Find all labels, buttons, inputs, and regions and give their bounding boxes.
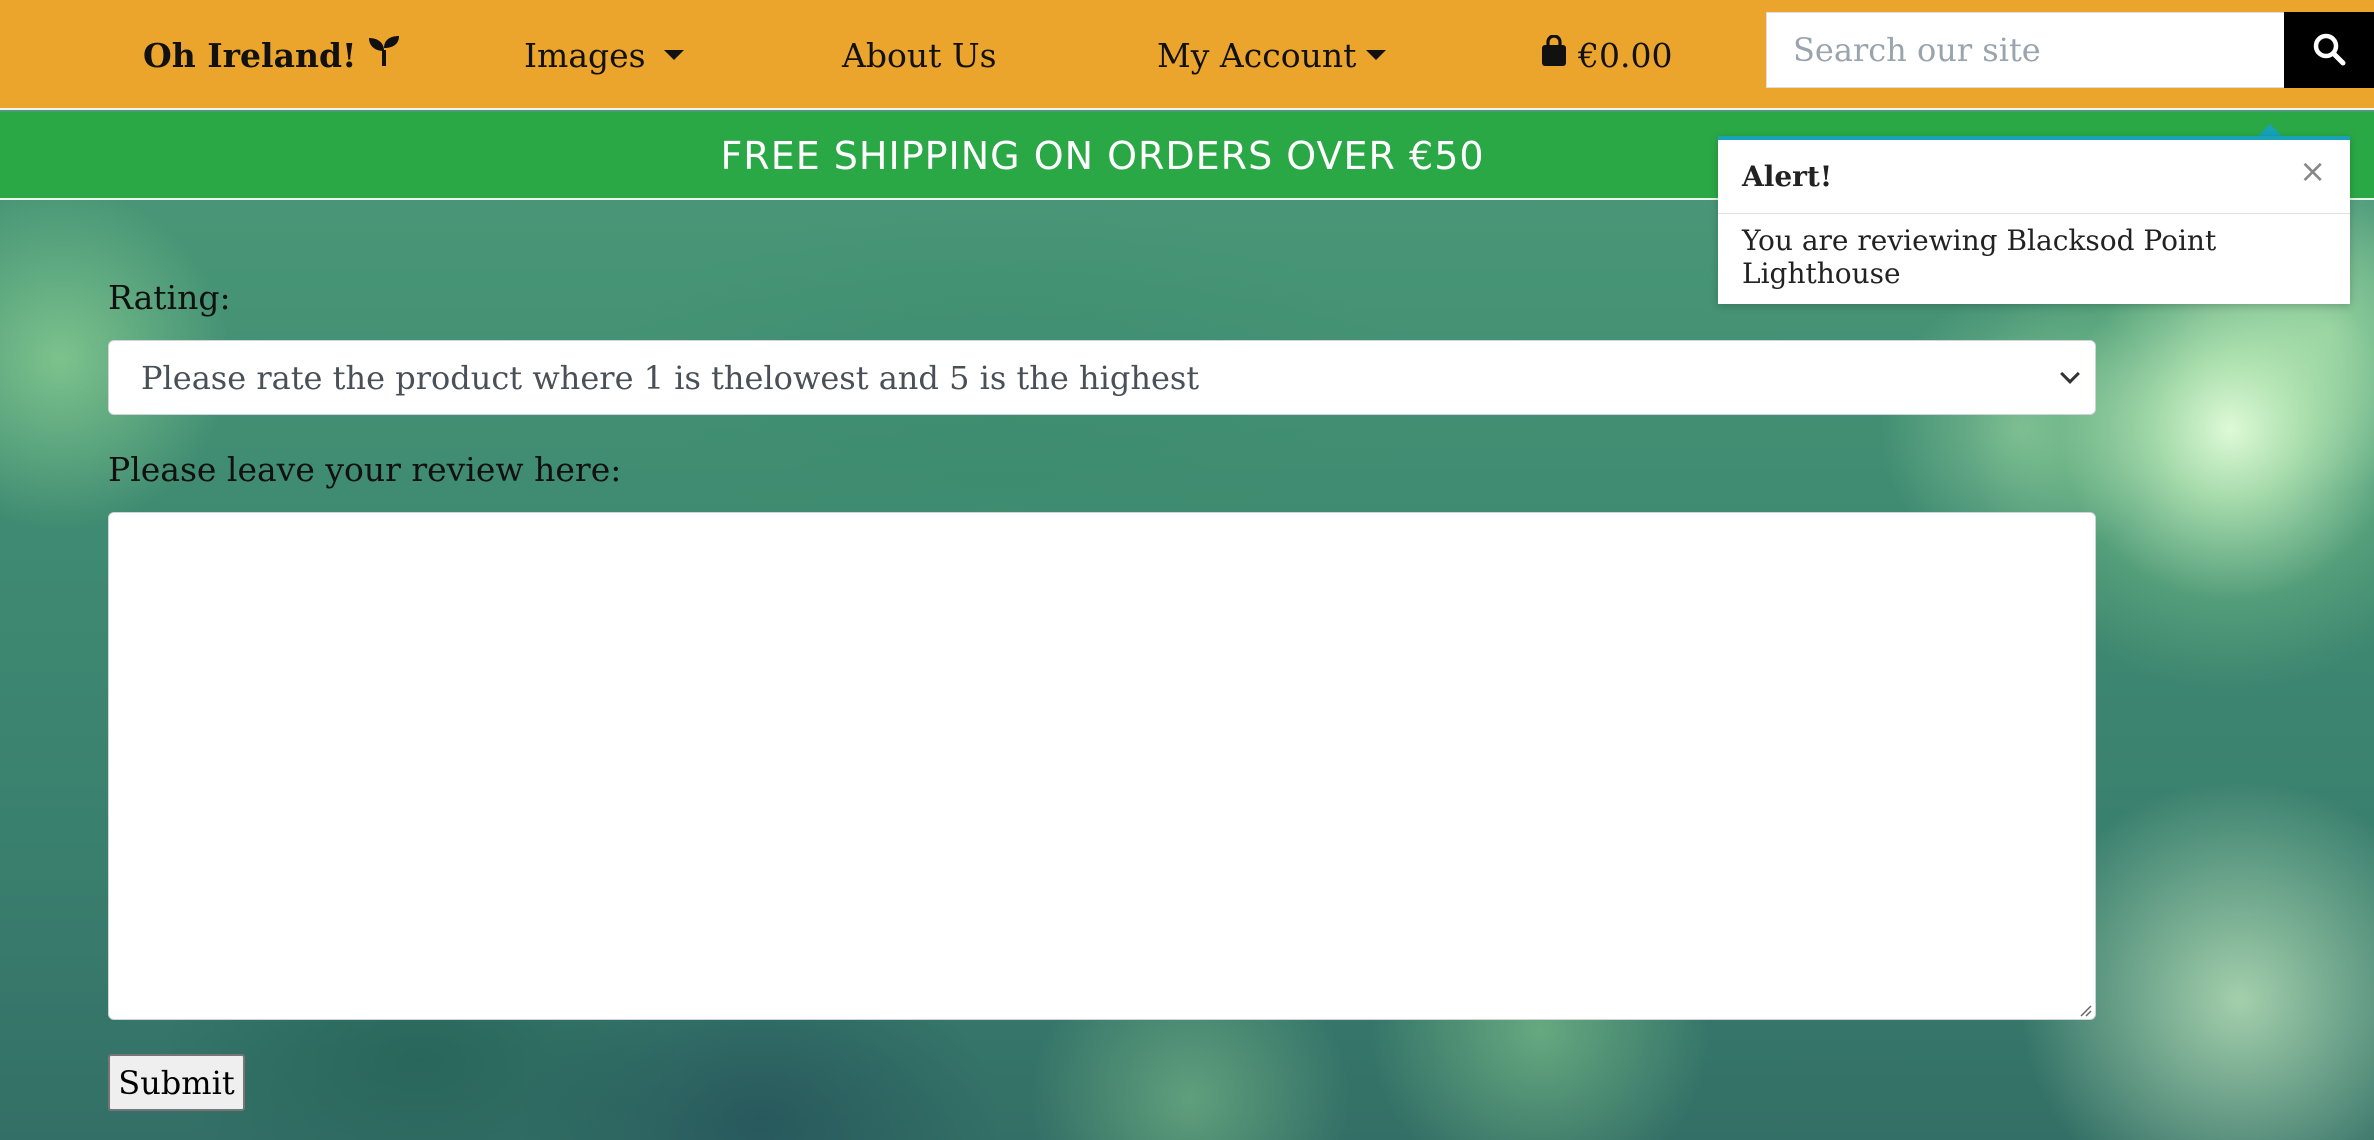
rating-label: Rating: [108, 278, 231, 317]
submit-button[interactable]: Submit [108, 1054, 245, 1111]
toast-message: You are reviewing Blacksod Point Lightho… [1742, 224, 2217, 290]
alert-toast: Alert! × You are reviewing Blacksod Poin… [1718, 136, 2350, 304]
nav-account-label: My Account [1157, 35, 1357, 75]
cart-total: €0.00 [1578, 35, 1673, 75]
resize-handle-icon[interactable] [2078, 1002, 2092, 1017]
nav-about-label: About Us [842, 35, 997, 75]
nav-about-link[interactable]: About Us [842, 0, 997, 110]
toast-title: Alert! [1742, 160, 1833, 193]
rating-select-value: Please rate the product where 1 is thelo… [141, 358, 1200, 397]
close-icon[interactable]: × [2299, 155, 2326, 187]
search-icon [2312, 32, 2346, 69]
review-textarea[interactable] [108, 512, 2096, 1020]
rating-select[interactable]: Please rate the product where 1 is thelo… [108, 340, 2096, 415]
shopping-bag-icon [1540, 34, 1568, 75]
review-label: Please leave your review here: [108, 450, 622, 489]
nav-account-dropdown[interactable]: My Account [1157, 0, 1387, 110]
caret-down-icon [1366, 50, 1387, 60]
brand-link[interactable]: Oh Ireland! [143, 0, 401, 110]
chevron-down-icon [2060, 363, 2080, 384]
nav-images-dropdown[interactable]: Images [524, 0, 684, 110]
seedling-icon [367, 34, 401, 76]
cart-link[interactable]: €0.00 [1540, 0, 1672, 110]
search-form [1766, 12, 2374, 88]
brand-name: Oh Ireland! [143, 35, 357, 75]
toast-header: Alert! × [1718, 140, 2350, 214]
search-input[interactable] [1766, 12, 2284, 88]
caret-down-icon [663, 50, 684, 60]
top-navbar: Oh Ireland! Images About Us My Account €… [0, 0, 2374, 110]
search-button[interactable] [2284, 12, 2374, 88]
toast-pointer [2258, 124, 2282, 136]
nav-images-label: Images [524, 35, 646, 75]
